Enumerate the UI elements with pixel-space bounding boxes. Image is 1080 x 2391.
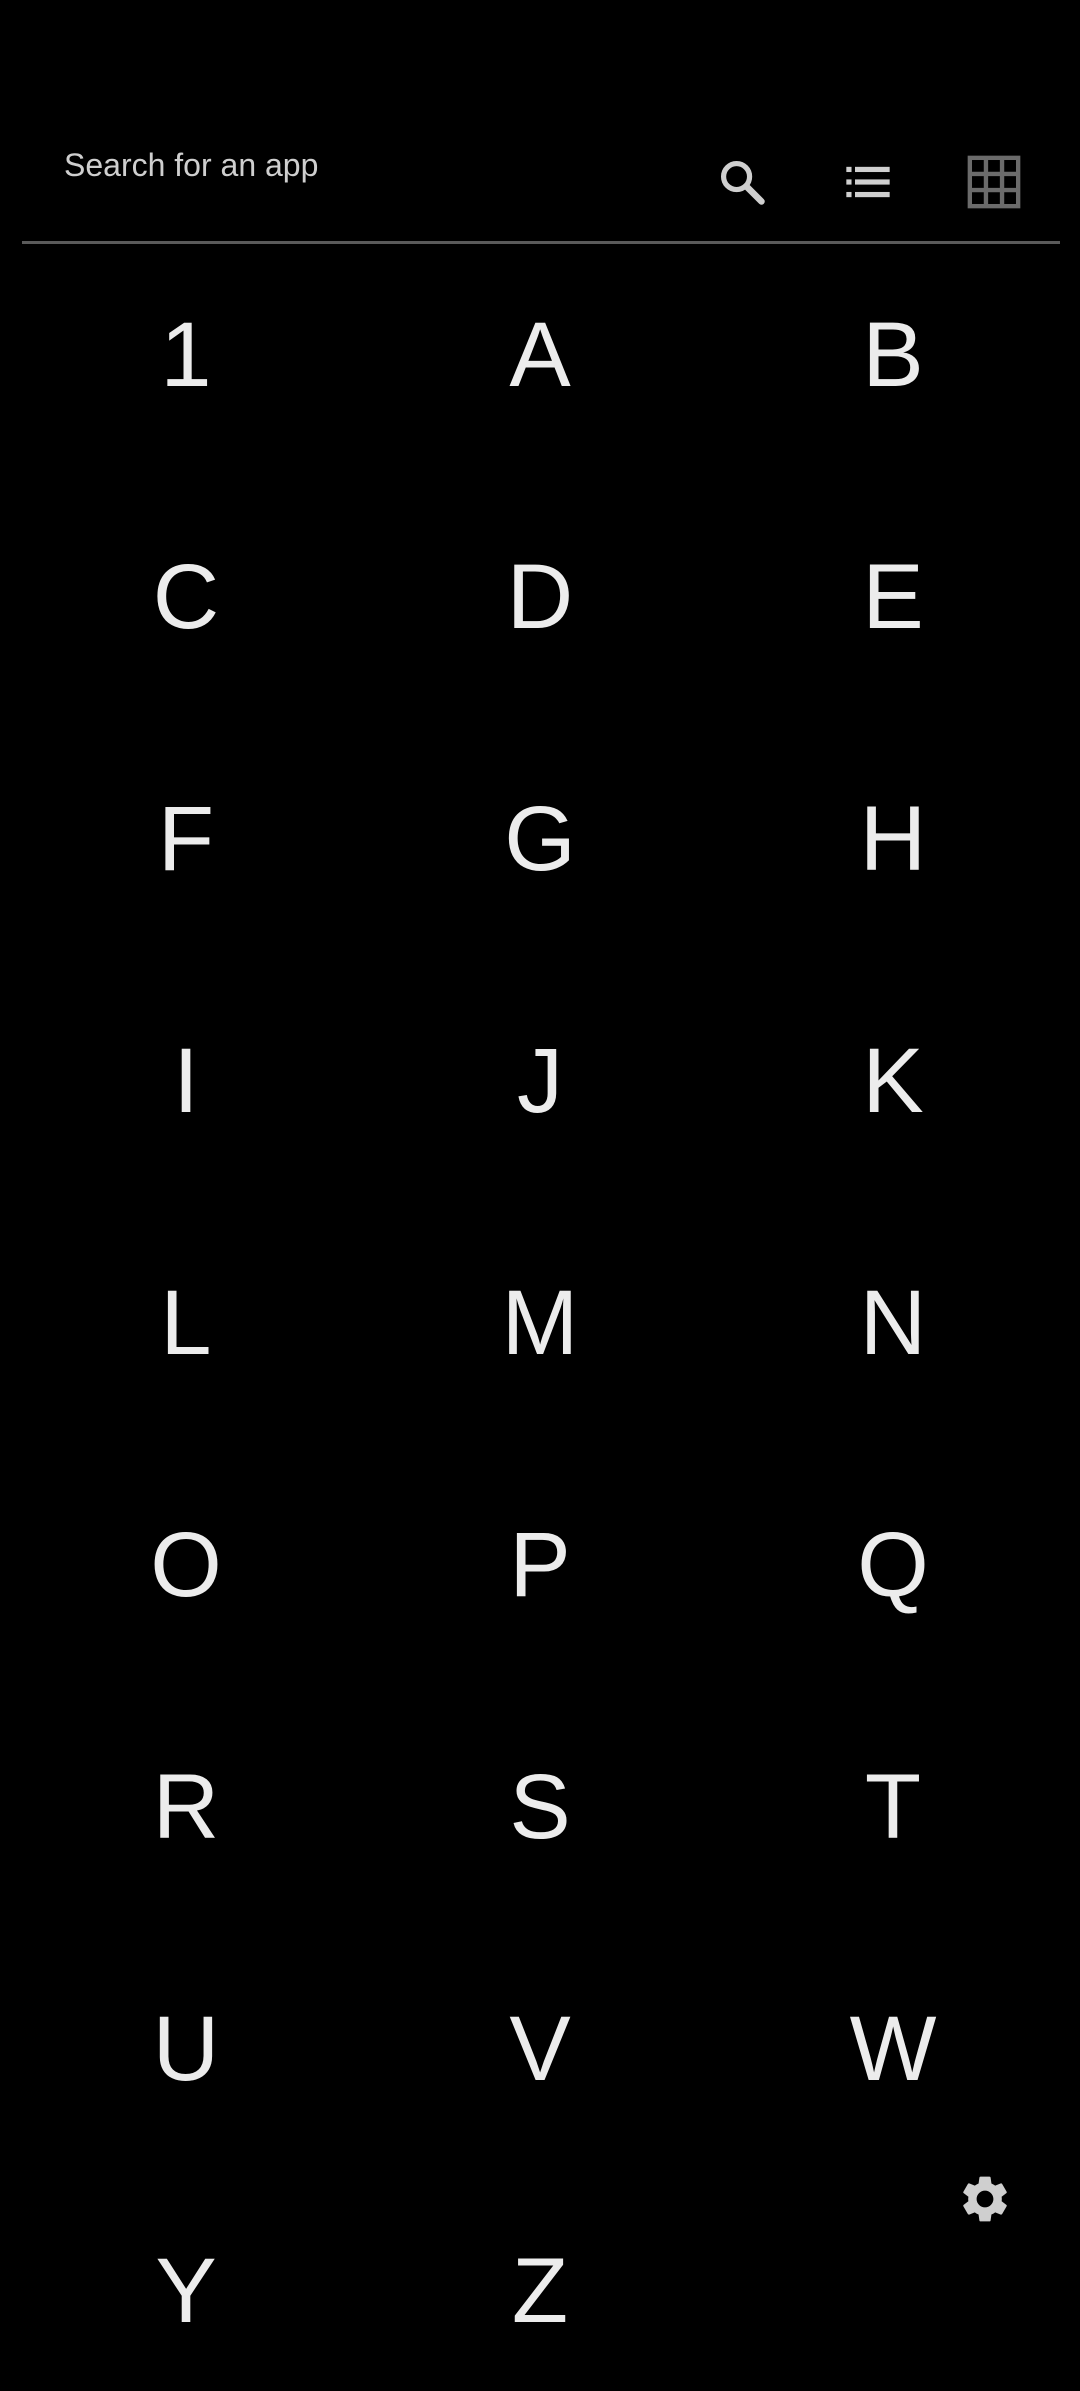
grid-view-button[interactable]: [946, 134, 1042, 230]
list-view-button[interactable]: [820, 134, 916, 230]
letter-index-o[interactable]: O: [66, 1465, 306, 1665]
search-input[interactable]: [22, 110, 802, 220]
letter-index-s[interactable]: S: [420, 1707, 660, 1907]
letter-index-h[interactable]: H: [773, 739, 1013, 939]
letter-index-z[interactable]: Z: [420, 2191, 660, 2391]
letter-index-e[interactable]: E: [773, 497, 1013, 697]
settings-button[interactable]: [940, 2154, 1030, 2244]
letter-index-m[interactable]: M: [420, 1223, 660, 1423]
letter-index-1[interactable]: 1: [66, 255, 306, 455]
letter-index-c[interactable]: C: [66, 497, 306, 697]
letter-index-y[interactable]: Y: [66, 2191, 306, 2391]
search-button[interactable]: [694, 134, 790, 230]
search-icon: [720, 160, 765, 205]
letter-index-q[interactable]: Q: [773, 1465, 1013, 1665]
letter-index-v[interactable]: V: [420, 1949, 660, 2149]
letter-index-d[interactable]: D: [420, 497, 660, 697]
letter-index-w[interactable]: W: [773, 1949, 1013, 2149]
letter-index-j[interactable]: J: [420, 981, 660, 1181]
letter-index-f[interactable]: F: [66, 739, 306, 939]
letter-index-t[interactable]: T: [773, 1707, 1013, 1907]
letter-index-l[interactable]: L: [66, 1223, 306, 1423]
letter-index-k[interactable]: K: [773, 981, 1013, 1181]
letter-index-a[interactable]: A: [420, 255, 660, 455]
settings-icon: [963, 2176, 1007, 2222]
list-view-icon: [846, 166, 890, 198]
letter-index-i[interactable]: I: [66, 981, 306, 1181]
letter-index-p[interactable]: P: [420, 1465, 660, 1665]
grid-view-icon: [967, 155, 1021, 209]
letter-index-b[interactable]: B: [773, 255, 1013, 455]
letter-index-g[interactable]: G: [420, 739, 660, 939]
search-underline: [22, 241, 1060, 244]
letter-index-n[interactable]: N: [773, 1223, 1013, 1423]
search-bar: [22, 110, 1060, 244]
letter-index-r[interactable]: R: [66, 1707, 306, 1907]
letter-index-u[interactable]: U: [66, 1949, 306, 2149]
